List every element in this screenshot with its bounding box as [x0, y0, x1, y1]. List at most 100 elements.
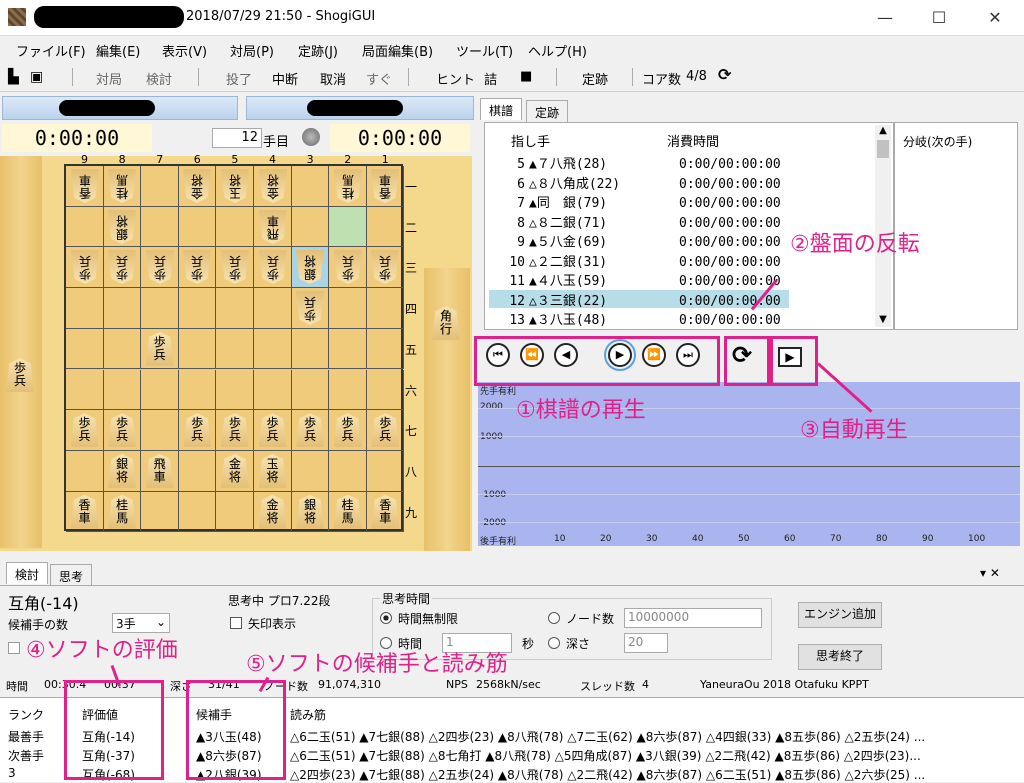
resign-button[interactable]: 投了 — [226, 69, 252, 88]
board-cell[interactable] — [141, 166, 179, 207]
checkbox[interactable] — [8, 642, 20, 654]
shogi-piece[interactable]: 金 将 — [258, 494, 287, 529]
board-cell[interactable] — [66, 206, 104, 248]
menu-file[interactable]: ファイル(F) — [16, 41, 86, 60]
board-cell[interactable] — [141, 410, 179, 451]
shogi-piece[interactable]: 金 将 — [259, 169, 287, 203]
board-cell[interactable] — [254, 328, 292, 370]
add-engine-button[interactable]: エンジン追加 — [798, 602, 882, 628]
tab-joseki[interactable]: 定跡 — [526, 100, 569, 122]
board-cell[interactable] — [366, 369, 405, 411]
joseki-button[interactable]: 定跡 — [582, 69, 608, 88]
shogi-piece[interactable]: 玉 将 — [221, 169, 249, 203]
hand-piece[interactable]: 歩 兵 — [6, 358, 34, 392]
menu-edit[interactable]: 編集(E) — [96, 41, 140, 60]
suspend-button[interactable]: 中断 — [272, 69, 298, 88]
board-cell[interactable] — [178, 369, 217, 411]
shogi-piece[interactable]: 歩 兵 — [296, 291, 324, 325]
board-cell[interactable] — [216, 288, 254, 329]
menu-position-edit[interactable]: 局面編集(B) — [362, 41, 433, 60]
maximize-button[interactable]: ☐ — [916, 0, 962, 36]
menu-joseki[interactable]: 定跡(J) — [298, 41, 338, 60]
shogi-piece[interactable]: 金 将 — [220, 453, 249, 488]
shogi-piece[interactable]: 香 車 — [371, 169, 399, 203]
shogi-piece[interactable]: 桂 馬 — [333, 494, 362, 529]
board-cell[interactable] — [291, 369, 330, 411]
shogi-piece[interactable]: 銀 将 — [108, 210, 136, 244]
board-cell[interactable] — [66, 328, 104, 370]
tab-analysis[interactable]: 検討 — [6, 562, 49, 584]
board-cell[interactable] — [66, 450, 104, 492]
board-cell[interactable] — [329, 369, 367, 411]
shogi-piece[interactable]: 銀 将 — [296, 494, 325, 529]
arrow-display-checkbox[interactable] — [230, 617, 242, 629]
shogi-piece[interactable]: 香 車 — [70, 494, 99, 529]
board-cell[interactable] — [254, 369, 292, 411]
board-cell[interactable] — [178, 450, 217, 492]
shogi-piece[interactable]: 桂 馬 — [108, 169, 136, 203]
board-cell[interactable] — [254, 288, 292, 329]
undo-button[interactable]: 取消 — [320, 69, 346, 88]
minimize-button[interactable]: — — [862, 0, 908, 36]
board-cell[interactable] — [178, 491, 217, 533]
close-button[interactable]: ✕ — [972, 0, 1018, 36]
board-cell[interactable] — [141, 369, 179, 411]
shogi-piece[interactable]: 香 車 — [71, 169, 99, 203]
shogi-piece[interactable]: 歩 兵 — [108, 413, 137, 448]
kifu-row[interactable]: 8 △８二銀(71) 0:00/00:00:00 — [489, 212, 789, 231]
shogi-piece[interactable]: 飛 車 — [145, 453, 174, 488]
depth-input[interactable]: 20 — [624, 633, 668, 653]
board-cell[interactable] — [178, 288, 217, 329]
board-cell[interactable] — [66, 288, 104, 329]
shogi-piece[interactable]: 歩 兵 — [333, 413, 362, 448]
kifu-row[interactable]: 9 ▲５八金(69) 0:00/00:00:00 — [489, 231, 789, 250]
shogi-piece[interactable]: 飛 車 — [259, 210, 287, 244]
depth-radio[interactable] — [548, 637, 560, 649]
nodes-radio[interactable] — [548, 612, 560, 624]
analyze-button[interactable]: 検討 — [146, 69, 172, 88]
board-cell[interactable] — [66, 369, 104, 411]
save-icon[interactable]: ▣ — [30, 69, 43, 85]
hand-piece[interactable]: 角 行 — [432, 306, 460, 340]
board-cell[interactable] — [216, 206, 254, 248]
shogi-piece[interactable]: 香 車 — [371, 494, 400, 529]
board-cell[interactable] — [141, 206, 179, 248]
board-cell[interactable] — [141, 288, 179, 329]
board-cell[interactable] — [366, 328, 405, 370]
hint-button[interactable]: ヒント — [436, 69, 475, 88]
board-cell[interactable] — [291, 206, 330, 248]
menu-help[interactable]: ヘルプ(H) — [528, 41, 587, 60]
menu-tools[interactable]: ツール(T) — [456, 41, 513, 60]
board-cell[interactable] — [216, 491, 254, 533]
tab-kifu[interactable]: 棋譜 — [480, 98, 523, 120]
menu-view[interactable]: 表示(V) — [162, 41, 207, 60]
shogi-piece[interactable]: 歩 兵 — [296, 413, 325, 448]
board-cell[interactable] — [103, 288, 142, 329]
board-cell[interactable] — [329, 288, 367, 329]
shogi-board[interactable]: 香 車桂 馬金 将玉 将金 将桂 馬香 車銀 将飛 車歩 兵歩 兵歩 兵歩 兵歩… — [64, 164, 405, 533]
move-number-input[interactable]: 12 — [212, 128, 262, 148]
shogi-piece[interactable]: 銀 将 — [108, 453, 137, 488]
board-cell[interactable] — [216, 369, 254, 411]
shogi-piece[interactable]: 金 将 — [183, 169, 211, 203]
board-cell[interactable] — [103, 369, 142, 411]
candidates-select[interactable]: 3手 ⌄ — [112, 613, 170, 633]
stop-thinking-button[interactable]: 思考終了 — [798, 644, 882, 670]
shogi-piece[interactable]: 歩 兵 — [371, 413, 400, 448]
board-cell[interactable] — [291, 450, 330, 492]
kifu-row[interactable]: 11 ▲４八玉(59) 0:00/00:00:00 — [489, 270, 789, 289]
shogi-piece[interactable]: 桂 馬 — [108, 494, 137, 529]
stop-icon[interactable]: ■ — [520, 69, 532, 84]
tab-thinking[interactable]: 思考 — [50, 564, 93, 586]
board-cell[interactable] — [291, 328, 330, 370]
game-button[interactable]: 対局 — [96, 69, 122, 88]
flip-board-icon[interactable]: ⟳ — [718, 65, 731, 84]
board-cell[interactable] — [366, 288, 405, 329]
unlimited-radio[interactable] — [380, 612, 392, 624]
board-cell[interactable] — [329, 206, 367, 248]
board-cell[interactable] — [141, 491, 179, 533]
board-cell[interactable] — [178, 328, 217, 370]
shogi-piece[interactable]: 歩 兵 — [70, 413, 99, 448]
kifu-row[interactable]: 13 ▲３八玉(48) 0:00/00:00:00 — [489, 309, 789, 328]
shogi-piece[interactable]: 玉 将 — [258, 453, 287, 488]
